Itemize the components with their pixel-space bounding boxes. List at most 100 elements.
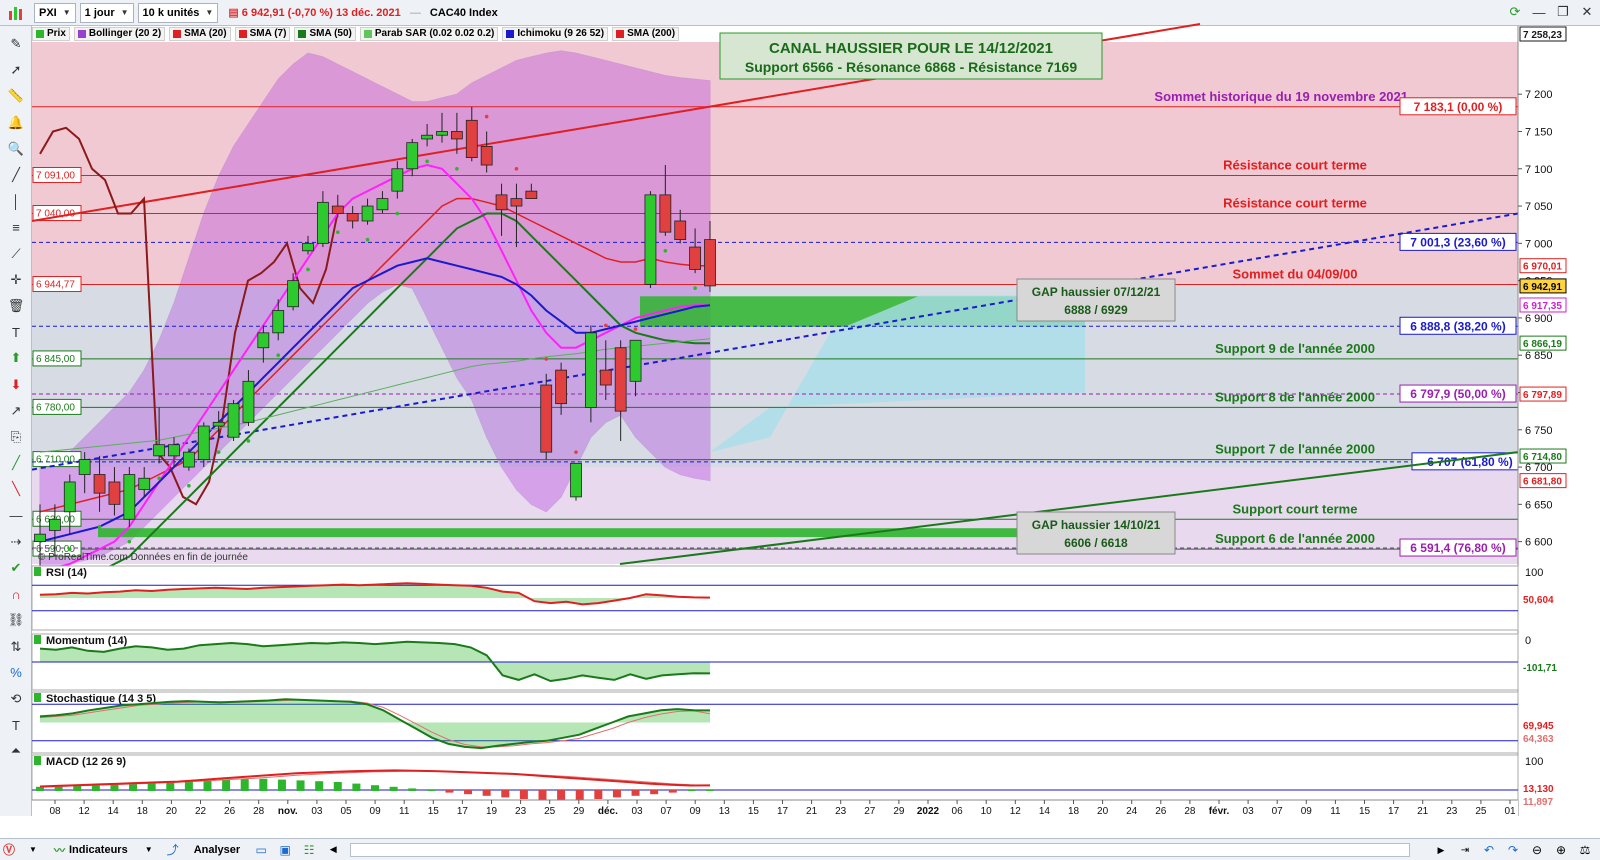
x-tick-label: 07 <box>1272 806 1284 817</box>
scroll-right-icon[interactable]: ▶ <box>1432 841 1450 859</box>
gap-zone <box>98 528 1085 538</box>
sar-dot <box>246 439 251 443</box>
macd-histogram-bar <box>631 790 640 796</box>
indicator-swatch <box>506 29 515 38</box>
screen-icon[interactable]: ▭ <box>252 841 270 859</box>
macd-histogram-bar <box>333 782 342 791</box>
candle-body <box>540 384 553 453</box>
redo-icon[interactable]: ↷ <box>1504 841 1522 859</box>
x-tick-label: 06 <box>952 806 964 817</box>
indicator-label: SMA (50) <box>309 28 352 39</box>
price-tick-label: 6 600 <box>1525 537 1553 549</box>
candle-body <box>376 198 389 211</box>
price-tick-label: 6 900 <box>1525 313 1553 325</box>
x-tick-label: 19 <box>486 806 498 817</box>
candle-body <box>570 462 582 498</box>
panel-tick-label: 100 <box>1525 756 1543 768</box>
level-label: Support 7 de l'année 2000 <box>1215 442 1375 457</box>
gap-title: GAP haussier 07/12/21 <box>1032 285 1161 299</box>
x-tick-label: 24 <box>1126 806 1138 817</box>
sar-dot <box>633 327 638 331</box>
macd-histogram-bar <box>668 790 677 793</box>
macd-histogram-bar <box>575 790 584 801</box>
candle-body <box>212 421 225 427</box>
macd-histogram-bar <box>296 780 305 791</box>
price-badge-label: 6 970,01 <box>1523 262 1562 273</box>
indicator-chip[interactable]: Prix <box>32 26 70 41</box>
panel-last-value: -101,71 <box>1523 663 1557 674</box>
indicator-swatch <box>77 29 86 38</box>
macd-histogram-bar <box>147 782 156 791</box>
x-tick-label: 09 <box>370 806 382 817</box>
chevron-down-icon[interactable]: ▼ <box>140 841 158 859</box>
screen-refresh-icon[interactable]: ▣ <box>276 841 294 859</box>
analyze-button[interactable]: Analyser <box>188 841 246 859</box>
scroll-left-icon[interactable]: ◀ <box>324 841 342 859</box>
x-tick-label: 14 <box>1039 806 1051 817</box>
macd-histogram-bar <box>464 790 473 795</box>
scroll-end-icon[interactable]: ⇥ <box>1456 841 1474 859</box>
candle-body <box>108 481 121 505</box>
indicator-chip[interactable]: Ichimoku (9 26 52) <box>502 26 609 41</box>
x-tick-label: 18 <box>1068 806 1080 817</box>
candle-body <box>153 444 166 457</box>
chevron-down-icon[interactable]: ▼ <box>24 841 42 859</box>
view-controls: ▶ ⇥ ↶ ↷ ⊖ ⊕ ⚖ <box>1432 841 1594 859</box>
x-tick-label: 29 <box>893 806 905 817</box>
chart-tools-icon[interactable]: ☷ <box>300 841 318 859</box>
sar-dot <box>97 524 102 529</box>
x-tick-label: 23 <box>515 806 527 817</box>
macd-histogram-bar <box>315 781 324 791</box>
indicator-chip[interactable]: SMA (20) <box>169 26 231 41</box>
macd-histogram-bar <box>482 790 491 796</box>
sar-dot <box>425 159 429 164</box>
scale-icon[interactable]: ⚖ <box>1576 841 1594 859</box>
candle-body <box>63 481 76 513</box>
candle-body <box>257 332 270 349</box>
zoom-out-icon[interactable]: ⊖ <box>1528 841 1546 859</box>
candle-body <box>182 451 195 468</box>
candle-body <box>331 205 344 214</box>
level-value-label: 7 001,3 (23,60 %) <box>1410 235 1505 249</box>
gap-range: 6888 / 6929 <box>1064 303 1128 317</box>
chart-canvas[interactable]: Sommet historique du 19 novembre 2021 7 1… <box>0 0 1600 838</box>
level-left-label: 6 944,77 <box>36 280 75 291</box>
candle-body <box>197 425 210 460</box>
indicator-chip[interactable]: SMA (50) <box>294 26 356 41</box>
x-tick-label: nov. <box>278 806 298 817</box>
x-tick-label: 23 <box>835 806 847 817</box>
x-tick-label: 12 <box>1010 806 1022 817</box>
indicator-swatch <box>363 29 372 38</box>
indicator-label: SMA (20) <box>184 28 227 39</box>
level-value-label: 7 183,1 (0,00 %) <box>1414 100 1503 114</box>
share-icon[interactable]: ⤴ <box>164 841 182 859</box>
candle-body <box>659 194 672 233</box>
indicator-chip[interactable]: Bollinger (20 2) <box>73 26 166 41</box>
x-tick-label: 03 <box>1243 806 1255 817</box>
candle-body <box>168 444 180 457</box>
x-tick-label: 17 <box>1388 806 1400 817</box>
price-badge-label: 6 866,19 <box>1523 339 1562 350</box>
x-tick-label: 22 <box>195 806 207 817</box>
x-tick-label: 09 <box>690 806 702 817</box>
undo-icon[interactable]: ↶ <box>1480 841 1498 859</box>
x-tick-label: 26 <box>1155 806 1167 817</box>
macd-histogram-bar <box>277 779 286 791</box>
indicator-chip[interactable]: SMA (7) <box>234 26 291 41</box>
panel-title: RSI (14) <box>46 567 87 579</box>
indicator-swatch <box>36 29 44 38</box>
gap-range: 6606 / 6618 <box>1064 536 1128 550</box>
panel-last-value: 13,130 <box>1523 784 1554 795</box>
candle-body <box>123 474 136 520</box>
candle-body <box>302 242 314 252</box>
x-tick-label: 20 <box>166 806 178 817</box>
indicators-label: Indicateurs <box>69 843 128 856</box>
bottom-toolbar: Ⓥ ▼ 〰 Indicateurs ▼ ⤴ Analyser ▭ ▣ ☷ ◀ ▶ … <box>0 838 1600 860</box>
zoom-in-icon[interactable]: ⊕ <box>1552 841 1570 859</box>
scrollbar[interactable] <box>350 843 1410 857</box>
sar-dot <box>276 353 281 358</box>
indicators-button[interactable]: 〰 Indicateurs <box>48 841 134 859</box>
indicator-chip[interactable]: SMA (200) <box>612 26 680 41</box>
indicator-chip[interactable]: Parab SAR (0.02 0.02 0.2) <box>359 26 499 41</box>
sar-dot <box>157 476 161 481</box>
